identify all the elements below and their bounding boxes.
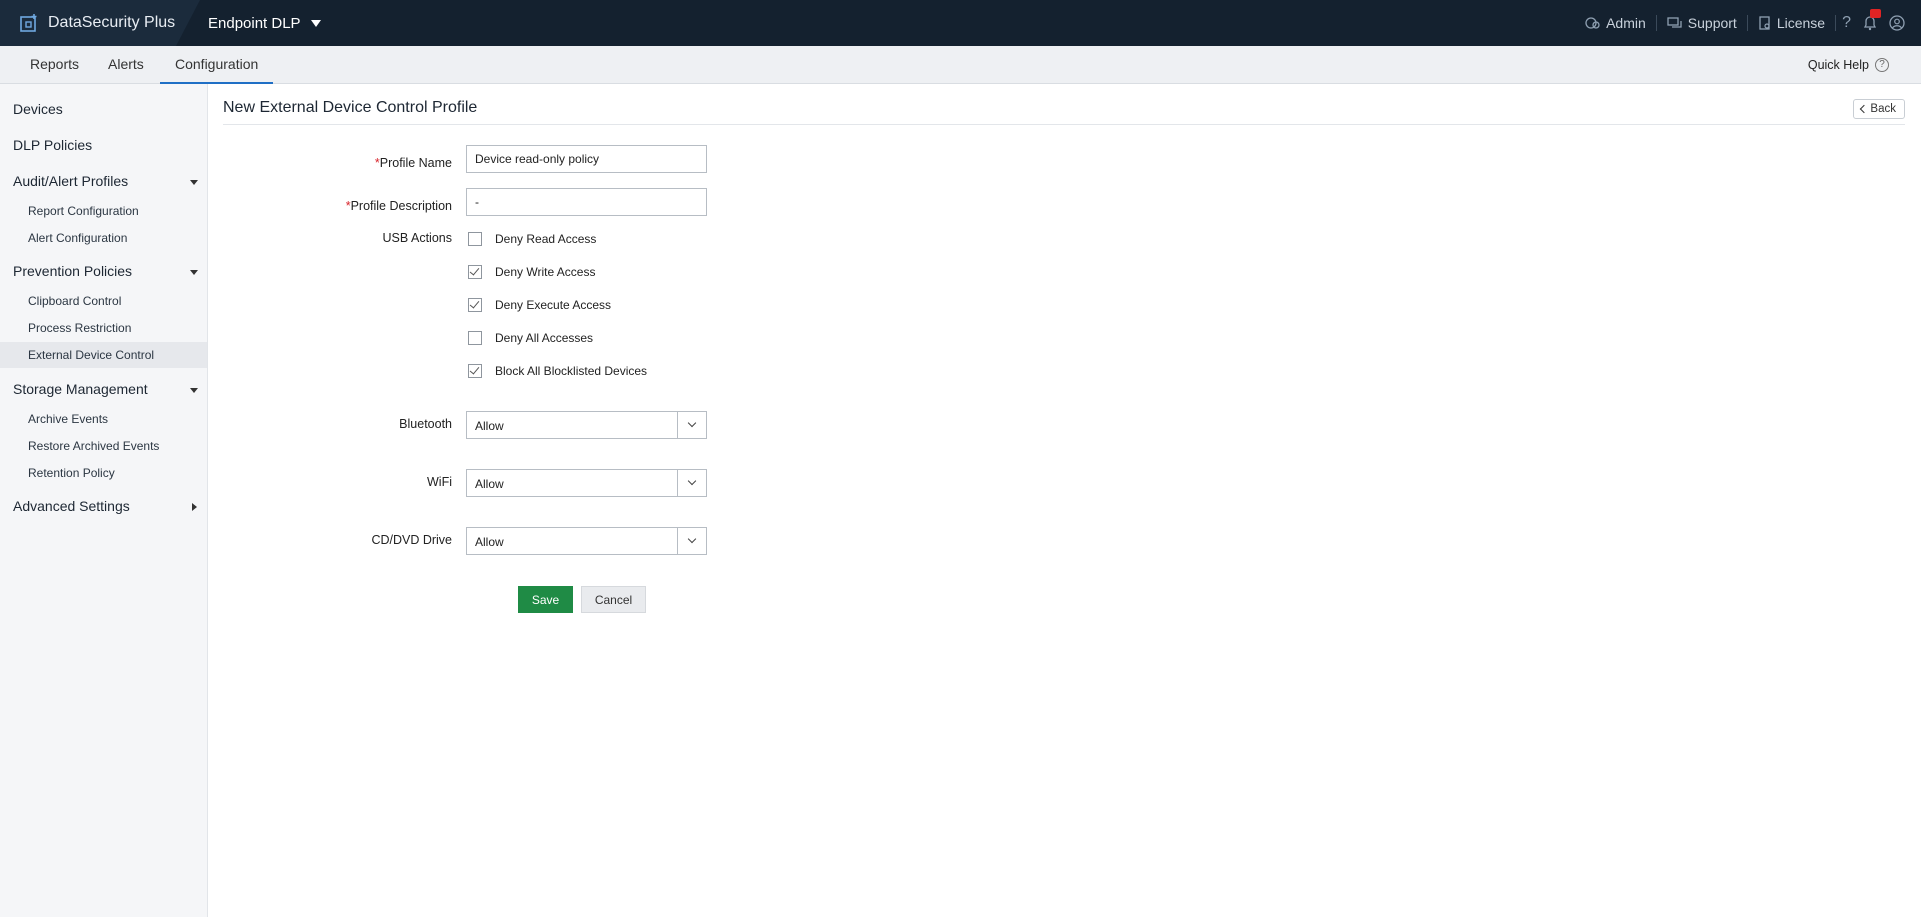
bluetooth-label: Bluetooth [399, 417, 452, 431]
cd-dvd-selected-value: Allow [475, 535, 504, 549]
user-avatar-icon[interactable] [1883, 15, 1911, 31]
profile-name-input[interactable] [466, 145, 707, 173]
bluetooth-select[interactable]: Allow [466, 411, 707, 439]
admin-link[interactable]: Admin [1575, 15, 1657, 31]
chevron-down-icon[interactable] [677, 528, 706, 554]
checkbox-box[interactable] [468, 298, 482, 312]
chevron-down-icon[interactable] [677, 412, 706, 438]
license-icon [1759, 16, 1770, 30]
sidebar-item-process-restriction[interactable]: Process Restriction [28, 321, 131, 335]
license-label: License [1776, 15, 1826, 31]
admin-label: Admin [1606, 15, 1646, 31]
usb-deny-read-checkbox[interactable]: Deny Read Access [468, 232, 596, 246]
checkbox-label: Deny Write Access [495, 265, 596, 279]
save-button[interactable]: Save [518, 586, 573, 613]
checkbox-label: Deny All Accesses [495, 331, 594, 345]
chevron-down-icon[interactable] [190, 388, 198, 393]
checkbox-box[interactable] [468, 364, 482, 378]
sidebar: Devices DLP Policies Audit/Alert Profile… [0, 84, 208, 917]
chevron-down-icon[interactable] [190, 270, 198, 275]
top-header-bar: DataSecurity Plus Endpoint DLP Admin Sup… [0, 0, 1921, 46]
checkbox-label: Deny Read Access [495, 232, 597, 246]
sidebar-item-external-device-control[interactable]: External Device Control [28, 348, 154, 362]
sidebar-item-dlp-policies[interactable]: DLP Policies [13, 137, 92, 153]
profile-description-label: *Profile Description [345, 199, 452, 213]
chat-icon [1667, 17, 1682, 28]
notification-badge [1870, 9, 1881, 18]
sidebar-item-devices[interactable]: Devices [13, 101, 63, 117]
wifi-label: WiFi [427, 475, 452, 489]
profile-name-label: *Profile Name [374, 156, 452, 170]
sidebar-item-advanced-settings[interactable]: Advanced Settings [13, 498, 130, 514]
page-title: New External Device Control Profile [223, 99, 478, 116]
usb-block-blocklisted-checkbox[interactable]: Block All Blocklisted Devices [468, 364, 647, 378]
cd-dvd-select[interactable]: Allow [466, 527, 707, 555]
checkbox-label: Block All Blocklisted Devices [495, 364, 648, 378]
product-switcher[interactable]: Endpoint DLP [208, 0, 321, 46]
quick-help-link[interactable]: Quick Help ? [1808, 46, 1889, 84]
usb-deny-all-checkbox[interactable]: Deny All Accesses [468, 331, 593, 345]
chevron-down-icon[interactable] [677, 470, 706, 496]
chevron-right-icon[interactable] [192, 503, 197, 511]
cd-dvd-label: CD/DVD Drive [371, 533, 452, 547]
sidebar-item-audit-alert-profiles[interactable]: Audit/Alert Profiles [13, 173, 128, 189]
sidebar-item-storage-management[interactable]: Storage Management [13, 381, 148, 397]
usb-deny-write-checkbox[interactable]: Deny Write Access [468, 265, 595, 279]
bluetooth-selected-value: Allow [475, 419, 504, 433]
sidebar-item-retention-policy[interactable]: Retention Policy [28, 466, 115, 480]
sidebar-item-restore-archived-events[interactable]: Restore Archived Events [28, 439, 159, 453]
wifi-selected-value: Allow [475, 477, 504, 491]
sidebar-item-report-configuration[interactable]: Report Configuration [28, 204, 139, 218]
sidebar-item-archive-events[interactable]: Archive Events [28, 412, 108, 426]
back-button[interactable]: Back [1853, 99, 1905, 119]
sidebar-item-clipboard-control[interactable]: Clipboard Control [28, 294, 121, 308]
support-label: Support [1687, 15, 1737, 31]
profile-description-input[interactable] [466, 188, 707, 216]
main-tab-bar: Reports Alerts Configuration Quick Help … [0, 46, 1921, 84]
datasecurity-logo-icon [20, 14, 37, 32]
tab-reports[interactable]: Reports [30, 46, 79, 84]
wifi-select[interactable]: Allow [466, 469, 707, 497]
question-circle-icon: ? [1875, 58, 1889, 72]
sidebar-item-alert-configuration[interactable]: Alert Configuration [28, 231, 127, 245]
help-icon[interactable]: ? [1836, 14, 1857, 32]
admin-icon [1585, 17, 1600, 29]
license-link[interactable]: License [1748, 15, 1837, 31]
title-divider [223, 124, 1905, 125]
usb-actions-label: USB Actions [382, 231, 452, 245]
support-link[interactable]: Support [1657, 15, 1748, 31]
cancel-button[interactable]: Cancel [581, 586, 646, 613]
brand-logo[interactable]: DataSecurity Plus [0, 0, 200, 46]
sidebar-item-prevention-policies[interactable]: Prevention Policies [13, 263, 132, 279]
product-name: Endpoint DLP [208, 14, 301, 32]
chevron-down-icon[interactable] [190, 180, 198, 185]
checkbox-box[interactable] [468, 265, 482, 279]
notification-bell-icon[interactable] [1857, 9, 1883, 31]
app-name: DataSecurity Plus [48, 14, 176, 31]
checkbox-box[interactable] [468, 232, 482, 246]
quick-help-label: Quick Help [1807, 58, 1869, 72]
usb-deny-execute-checkbox[interactable]: Deny Execute Access [468, 298, 611, 312]
checkbox-label: Deny Execute Access [495, 298, 612, 312]
top-right-links: Admin Support License ? [1575, 0, 1911, 46]
checkbox-box[interactable] [468, 331, 482, 345]
tab-configuration[interactable]: Configuration [160, 46, 274, 84]
tab-alerts[interactable]: Alerts [108, 46, 144, 84]
chevron-down-icon [310, 19, 321, 27]
